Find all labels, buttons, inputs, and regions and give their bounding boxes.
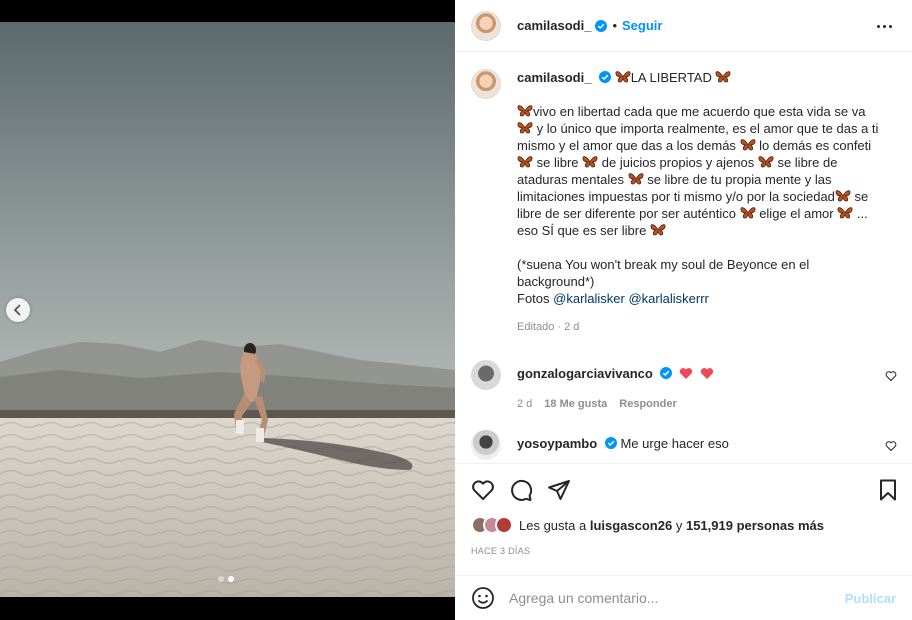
publish-button[interactable]: Publicar	[845, 591, 896, 606]
post-media	[0, 0, 455, 620]
comment-meta: 2 d 18 Me gusta Responder	[517, 398, 901, 410]
caption-title: LA LIBERTAD	[630, 70, 712, 85]
carousel-dot-active	[228, 576, 234, 582]
avatar[interactable]	[471, 10, 501, 41]
comment-avatar[interactable]	[471, 430, 501, 460]
caption-text-segment: vivo en libertad cada que me acuerdo que…	[533, 104, 870, 119]
caption-text-segment: de juicios propios y ajenos	[598, 155, 758, 170]
butterfly-emoji-icon	[517, 155, 533, 169]
comment-button[interactable]	[509, 478, 533, 502]
butterfly-emoji-icon	[615, 70, 631, 84]
mention-link[interactable]: @karlaliskerrr	[628, 291, 708, 306]
comment-item: gonzalogarciavivanco 2 d 18 Me gusta Res…	[471, 360, 901, 410]
verified-badge-icon	[595, 19, 608, 32]
verified-badge-icon	[660, 367, 673, 379]
mention-link[interactable]: @karlalisker	[553, 291, 625, 306]
photos-label: Fotos	[517, 291, 550, 306]
likes-count[interactable]: 151,919 personas más	[686, 518, 824, 533]
butterfly-emoji-icon	[650, 223, 666, 237]
like-comment-heart-icon[interactable]	[885, 440, 897, 452]
carousel-dot	[218, 576, 224, 582]
butterfly-emoji-icon	[517, 104, 533, 118]
carousel-indicator	[218, 576, 234, 582]
red-heart-emoji-icon	[700, 368, 713, 379]
butterfly-emoji-icon	[837, 206, 853, 220]
chevron-left-icon	[13, 304, 21, 316]
comment-composer: Publicar	[455, 575, 912, 620]
save-button[interactable]	[876, 478, 900, 502]
liker-username[interactable]: luisgascon26	[590, 518, 672, 533]
red-heart-emoji-icon	[679, 368, 693, 379]
reply-button[interactable]: Responder	[619, 398, 676, 410]
comment-likes[interactable]: 18 Me gusta	[544, 398, 607, 410]
likes-connector: y	[675, 517, 683, 533]
carousel-prev-button[interactable]	[6, 298, 30, 322]
likes-prefix: Les gusta a	[519, 517, 587, 533]
caption-avatar[interactable]	[471, 69, 501, 99]
more-options-button[interactable]	[872, 14, 896, 38]
comment-item: yosoypambo Me urge hacer eso	[471, 430, 901, 460]
comment-username[interactable]: gonzalogarciavivanco	[517, 366, 653, 381]
butterfly-emoji-icon	[582, 155, 598, 169]
avatar	[495, 516, 513, 534]
caption-text: vivo en libertad cada que me acuerdo que…	[517, 103, 879, 239]
caption-header: camilasodi_ LA LIBERTAD	[517, 69, 879, 87]
post-caption: camilasodi_ LA LIBERTAD vivo en libertad…	[471, 69, 891, 333]
comment-username[interactable]: yosoypambo	[517, 436, 597, 451]
comments-section[interactable]: camilasodi_ LA LIBERTAD vivo en libertad…	[455, 53, 912, 463]
comment-bubble-icon	[511, 479, 533, 501]
more-options-icon	[876, 24, 880, 28]
post-actions: Les gusta a luisgascon26 y 151,919 perso…	[455, 463, 912, 556]
butterfly-emoji-icon	[740, 138, 756, 152]
verified-badge-icon	[604, 437, 617, 449]
post-photo[interactable]	[0, 22, 455, 597]
follow-button[interactable]: Seguir	[622, 18, 662, 33]
paper-plane-icon	[548, 480, 570, 500]
caption-photos-credit: Fotos @karlalisker @karlaliskerrr	[517, 290, 879, 307]
butterfly-emoji-icon	[715, 70, 731, 84]
desert-scene-image	[0, 22, 455, 597]
verified-badge-icon	[599, 71, 612, 83]
author-username[interactable]: camilasodi_	[517, 18, 591, 33]
like-button[interactable]	[471, 478, 495, 502]
post-header: camilasodi_ • Seguir	[455, 0, 912, 52]
like-comment-heart-icon[interactable]	[885, 370, 897, 382]
header-separator: •	[612, 18, 617, 33]
butterfly-emoji-icon	[758, 155, 774, 169]
caption-text-segment: lo demás es confeti	[755, 138, 875, 153]
liker-avatars[interactable]	[471, 516, 513, 534]
post-sidebar: camilasodi_ • Seguir camilasodi_ LA LIBE…	[455, 0, 912, 620]
caption-song-note: (*suena You won't break my soul de Beyon…	[517, 257, 813, 289]
comment-text: Me urge hacer eso	[620, 436, 729, 451]
caption-text-segment: elige el amor	[755, 206, 838, 221]
post-timestamp[interactable]: HACE 3 DÍAS	[471, 546, 530, 556]
caption-text-segment: se libre	[533, 155, 583, 170]
edited-timestamp: Editado · 2 d	[517, 321, 580, 333]
likes-summary: Les gusta a luisgascon26 y 151,919 perso…	[471, 516, 824, 534]
butterfly-emoji-icon	[740, 206, 756, 220]
butterfly-emoji-icon	[835, 189, 851, 203]
comment-time: 2 d	[517, 398, 533, 410]
comment-avatar[interactable]	[471, 360, 501, 390]
butterfly-emoji-icon	[517, 121, 533, 135]
caption-username[interactable]: camilasodi_	[517, 70, 591, 85]
emoji-smiley-icon[interactable]	[471, 586, 495, 610]
butterfly-emoji-icon	[628, 172, 644, 186]
comment-input[interactable]	[509, 590, 845, 606]
share-button[interactable]	[547, 478, 571, 502]
likes-text: Les gusta a luisgascon26 y 151,919 perso…	[519, 518, 824, 533]
heart-icon	[472, 480, 494, 500]
bookmark-icon	[880, 479, 896, 501]
